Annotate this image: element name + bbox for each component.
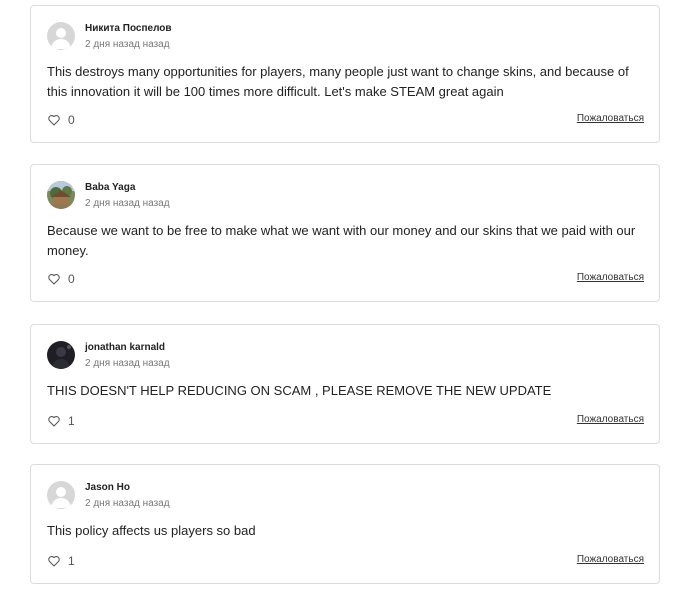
avatar-photo bbox=[47, 341, 75, 369]
comment-text: Because we want to be free to make what … bbox=[47, 223, 636, 258]
like-count: 1 bbox=[68, 554, 75, 568]
comment-timestamp: 2 дня назад назад bbox=[85, 39, 170, 50]
comment-card: Jason Ho 2 дня назад назад This policy a… bbox=[30, 464, 660, 584]
comment-author[interactable]: Baba Yaga bbox=[85, 182, 135, 193]
comment-author[interactable]: jonathan karnald bbox=[85, 342, 165, 353]
report-link[interactable]: Пожаловаться bbox=[577, 554, 644, 565]
like-count: 1 bbox=[68, 414, 75, 428]
avatar[interactable] bbox=[47, 22, 75, 50]
avatar[interactable] bbox=[47, 341, 75, 369]
heart-outline-icon bbox=[48, 416, 60, 427]
comments-list: Никита Поспелов 2 дня назад назад This d… bbox=[0, 0, 687, 600]
comment-timestamp: 2 дня назад назад bbox=[85, 358, 170, 369]
heart-outline-icon bbox=[48, 115, 60, 126]
heart-outline-icon bbox=[48, 274, 60, 285]
comment-text: THIS DOESN'T HELP REDUCING ON SCAM , PLE… bbox=[47, 383, 552, 398]
comment-card: jonathan karnald 2 дня назад назад THIS … bbox=[30, 324, 660, 444]
comment-author[interactable]: Никита Поспелов bbox=[85, 23, 172, 34]
report-link[interactable]: Пожаловаться bbox=[577, 414, 644, 425]
like-count: 0 bbox=[68, 272, 75, 286]
report-link[interactable]: Пожаловаться bbox=[577, 113, 644, 124]
like-button[interactable]: 1 bbox=[47, 553, 75, 569]
user-silhouette-icon bbox=[51, 28, 71, 49]
avatar-photo bbox=[47, 181, 75, 209]
report-link[interactable]: Пожаловаться bbox=[577, 272, 644, 283]
like-button[interactable]: 1 bbox=[47, 413, 75, 429]
comment-text: This destroys many opportunities for pla… bbox=[47, 64, 629, 99]
comment-author[interactable]: Jason Ho bbox=[85, 482, 130, 493]
user-silhouette-icon bbox=[51, 487, 71, 508]
like-button[interactable]: 0 bbox=[47, 271, 75, 287]
avatar[interactable] bbox=[47, 181, 75, 209]
heart-outline-icon bbox=[48, 556, 60, 567]
comment-card: Никита Поспелов 2 дня назад назад This d… bbox=[30, 5, 660, 143]
comment-timestamp: 2 дня назад назад bbox=[85, 198, 170, 209]
avatar[interactable] bbox=[47, 481, 75, 509]
like-button[interactable]: 0 bbox=[47, 112, 75, 128]
like-count: 0 bbox=[68, 113, 75, 127]
comment-card: Baba Yaga 2 дня назад назад Because we w… bbox=[30, 164, 660, 302]
comment-timestamp: 2 дня назад назад bbox=[85, 498, 170, 509]
comment-text: This policy affects us players so bad bbox=[47, 523, 256, 538]
